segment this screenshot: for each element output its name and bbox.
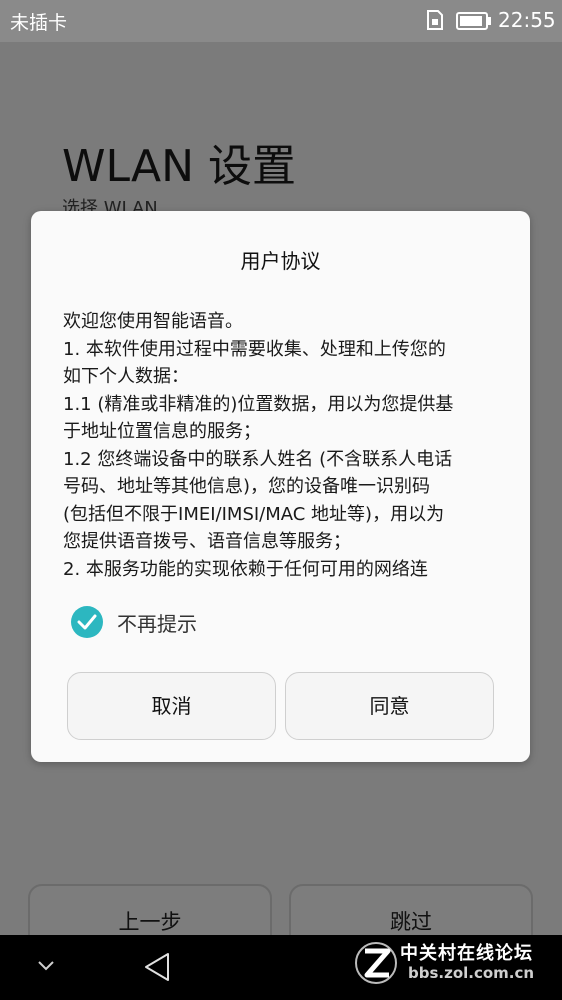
- watermark-url: bbs.zol.com.cn: [408, 964, 535, 982]
- chevron-down-icon[interactable]: [36, 959, 56, 973]
- agreement-line: 于地址位置信息的服务；: [63, 421, 261, 442]
- clock: 22:55: [498, 8, 556, 32]
- zol-logo-icon: [355, 942, 397, 984]
- agreement-line: 1.1 (精准或非精准的)位置数据，用以为您提供基: [63, 393, 454, 415]
- checkmark-icon[interactable]: [71, 606, 103, 638]
- agreement-line: 1.2 您终端设备中的联系人姓名 (不含联系人电话: [63, 448, 453, 470]
- agreement-line: 1. 本软件使用过程中需要收集、处理和上传您的: [63, 338, 446, 360]
- carrier-label: 未插卡: [10, 12, 68, 34]
- agreement-line: 2. 本服务功能的实现依赖于任何可用的网络连: [63, 558, 428, 580]
- agreement-line: 如下个人数据：: [63, 366, 189, 387]
- agree-button[interactable]: 同意: [285, 672, 494, 740]
- battery-icon: [456, 12, 491, 30]
- agreement-text[interactable]: 欢迎您使用智能语音。 1. 本软件使用过程中需要收集、处理和上传您的 如下个人数…: [63, 308, 508, 584]
- checkbox-label: 不再提示: [117, 612, 197, 636]
- agreement-line: (包括但不限于IMEI/IMSI/MAC 地址等)，用以为: [63, 503, 445, 525]
- agreement-line: 欢迎您使用智能语音。: [63, 311, 243, 332]
- status-bar: 未插卡 22:55: [0, 0, 562, 42]
- watermark: 中关村在线论坛 bbs.zol.com.cn: [352, 939, 558, 995]
- agreement-line: 号码、地址等其他信息)，您的设备唯一识别码: [63, 476, 431, 497]
- watermark-name: 中关村在线论坛: [400, 943, 533, 964]
- dialog-title: 用户协议: [240, 249, 321, 273]
- user-agreement-dialog: 用户协议 欢迎您使用智能语音。 1. 本软件使用过程中需要收集、处理和上传您的 …: [31, 211, 530, 762]
- agreement-line: 您提供语音拨号、语音信息等服务；: [63, 531, 351, 552]
- back-triangle-icon[interactable]: [142, 951, 172, 983]
- cancel-button[interactable]: 取消: [67, 672, 276, 740]
- sim-card-icon: [427, 10, 443, 30]
